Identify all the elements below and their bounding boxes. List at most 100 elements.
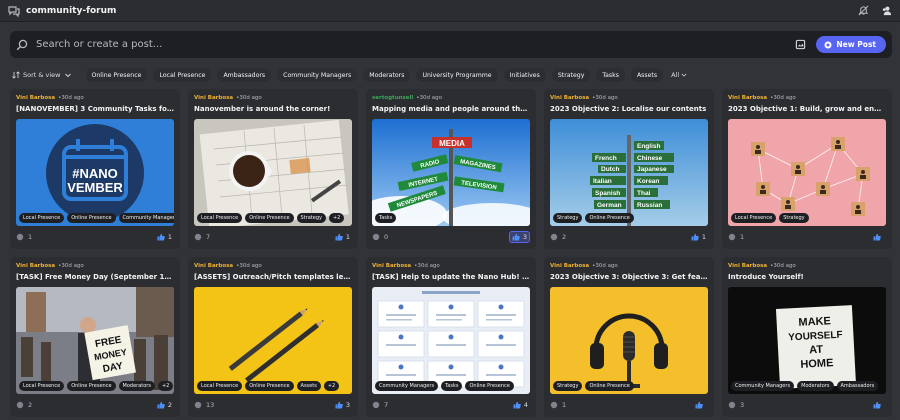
- like-count: 2: [167, 401, 172, 409]
- post-card[interactable]: Vini Barbosa •30d ago [ASSETS] Outreach/…: [188, 257, 358, 417]
- post-tag: Local Presence: [19, 381, 65, 391]
- post-time: •30d ago: [58, 263, 84, 269]
- post-title: [TASK] Free Money Day (September 15, Fri…: [16, 273, 174, 281]
- post-author[interactable]: sertogtunsell: [372, 95, 413, 101]
- filter-tag-ambassadors[interactable]: Ambassadors: [217, 68, 272, 82]
- post-author[interactable]: Vini Barbosa: [550, 95, 589, 101]
- post-card[interactable]: Vini Barbosa •30d ago 2023 Objective 2: …: [544, 89, 714, 249]
- comment-count-value: 3: [740, 401, 745, 409]
- thumb-text: HOME: [800, 357, 834, 371]
- sort-view-label: Sort & view: [23, 71, 61, 79]
- top-bar: community-forum: [0, 0, 900, 22]
- like-button[interactable]: 1: [689, 232, 708, 242]
- post-author[interactable]: Vini Barbosa: [372, 263, 411, 269]
- tag-filter-row: Sort & view Online Presence Local Presen…: [12, 68, 687, 82]
- thumbs-up-icon: [695, 401, 703, 409]
- like-button[interactable]: [871, 232, 886, 242]
- post-author[interactable]: Vini Barbosa: [16, 95, 55, 101]
- comment-count: 1: [16, 233, 32, 241]
- post-tags: Local Presence Online Presence Strategy …: [197, 213, 345, 223]
- post-footer: 7 1: [194, 232, 352, 242]
- chat-bubble-icon: [16, 401, 24, 409]
- post-tag: +2: [323, 381, 340, 391]
- filter-tag-online-presence[interactable]: Online Presence: [85, 68, 148, 82]
- comment-count: 2: [550, 233, 566, 241]
- post-title: Nanovember is around the corner!: [194, 105, 331, 113]
- post-card[interactable]: Vini Barbosa •30d ago Nanovember is arou…: [188, 89, 358, 249]
- post-tag: +2: [328, 213, 345, 223]
- thumbs-up-icon: [335, 401, 343, 409]
- post-card[interactable]: Vini Barbosa •30d ago [NANOVEMBER] 3 Com…: [10, 89, 180, 249]
- post-card[interactable]: sertogtunsell •30d ago Mapping media and…: [366, 89, 536, 249]
- like-button[interactable]: 4: [511, 400, 530, 410]
- post-title: 2023 Objective 2: Localise our contents: [550, 105, 707, 113]
- like-button[interactable]: 3: [508, 231, 530, 243]
- media-gallery-icon[interactable]: [795, 39, 806, 50]
- all-tags-label: All: [671, 71, 680, 79]
- filter-tag-university-programme[interactable]: University Programme: [416, 68, 498, 82]
- like-button[interactable]: 3: [333, 400, 352, 410]
- post-thumbnail: Strategy Online Presence: [550, 287, 708, 394]
- post-title: [TASK] Help to update the Nano Hub! (see…: [372, 273, 530, 281]
- search-input[interactable]: [36, 39, 796, 50]
- post-card[interactable]: Vini Barbosa •30d ago 2023 Objective 1: …: [722, 89, 892, 249]
- post-meta: Vini Barbosa •30d ago: [550, 263, 708, 271]
- post-author[interactable]: Vini Barbosa: [194, 263, 233, 269]
- post-tag: Tasks: [441, 381, 463, 391]
- post-card[interactable]: Vini Barbosa •30d ago [TASK] Help to upd…: [366, 257, 536, 417]
- new-post-label: New Post: [836, 40, 876, 49]
- like-button[interactable]: 1: [333, 232, 352, 242]
- thumb-text: Russian: [637, 202, 662, 209]
- chat-bubble-icon: [550, 233, 558, 241]
- post-card[interactable]: Vini Barbosa •30d ago Introduce Yourself…: [722, 257, 892, 417]
- like-button[interactable]: 2: [155, 400, 174, 410]
- post-thumbnail: Local Presence Online Presence Strategy …: [194, 119, 352, 226]
- filter-tag-initiatives[interactable]: Initiatives: [503, 68, 546, 82]
- comment-count: 0: [372, 233, 388, 241]
- post-tags: Local Presence Strategy: [731, 213, 809, 223]
- post-tags: Local Presence Online Presence Assets +2: [197, 381, 340, 391]
- post-tag: Strategy: [553, 381, 583, 391]
- post-author[interactable]: Vini Barbosa: [194, 95, 233, 101]
- notification-bell-muted-icon[interactable]: [858, 5, 869, 16]
- post-tags: Community Managers Tasks Online Presence: [375, 381, 514, 391]
- post-footer: 1: [550, 400, 708, 410]
- post-author[interactable]: Vini Barbosa: [550, 263, 589, 269]
- post-tag: Community Managers: [731, 381, 795, 391]
- like-count: 4: [523, 401, 528, 409]
- like-button[interactable]: [871, 400, 886, 410]
- post-time-value: 30d ago: [773, 263, 796, 269]
- filter-tag-assets[interactable]: Assets: [630, 68, 664, 82]
- like-button[interactable]: 1: [155, 232, 174, 242]
- post-time: •30d ago: [592, 263, 618, 269]
- post-card[interactable]: Vini Barbosa •30d ago [TASK] Free Money …: [10, 257, 180, 417]
- post-thumbnail: Local Presence Online Presence Assets +2: [194, 287, 352, 394]
- calendar-coffee-image: [194, 119, 352, 226]
- thumb-text: Spanish: [595, 190, 620, 197]
- filter-tag-moderators[interactable]: Moderators: [363, 68, 411, 82]
- all-tags-dropdown[interactable]: All: [671, 71, 687, 79]
- post-author[interactable]: Vini Barbosa: [728, 95, 767, 101]
- new-post-button[interactable]: New Post: [816, 36, 886, 53]
- post-time: •30d ago: [414, 263, 440, 269]
- post-tag: Online Presence: [585, 213, 634, 223]
- post-author[interactable]: Vini Barbosa: [16, 263, 55, 269]
- filter-tag-community-managers[interactable]: Community Managers: [277, 68, 358, 82]
- like-count: 1: [701, 233, 706, 241]
- post-meta: Vini Barbosa •30d ago: [550, 95, 708, 103]
- post-card[interactable]: Vini Barbosa •30d ago 2023 Objective 3: …: [544, 257, 714, 417]
- member-list-icon[interactable]: [881, 5, 892, 16]
- comment-count-value: 1: [28, 233, 33, 241]
- post-author[interactable]: Vini Barbosa: [728, 263, 767, 269]
- post-tags: Local Presence Online Presence Community…: [19, 213, 174, 223]
- filter-tag-strategy[interactable]: Strategy: [551, 68, 591, 82]
- post-tag: Local Presence: [19, 213, 65, 223]
- like-button[interactable]: [693, 400, 708, 410]
- thumb-text: Chinese: [637, 155, 663, 162]
- sort-view-button[interactable]: Sort & view: [12, 71, 72, 79]
- chat-bubble-icon: [372, 401, 380, 409]
- filter-tag-local-presence[interactable]: Local Presence: [153, 68, 212, 82]
- filter-tag-tasks[interactable]: Tasks: [596, 68, 625, 82]
- post-time-value: 30d ago: [773, 95, 796, 101]
- comment-count-value: 7: [384, 401, 389, 409]
